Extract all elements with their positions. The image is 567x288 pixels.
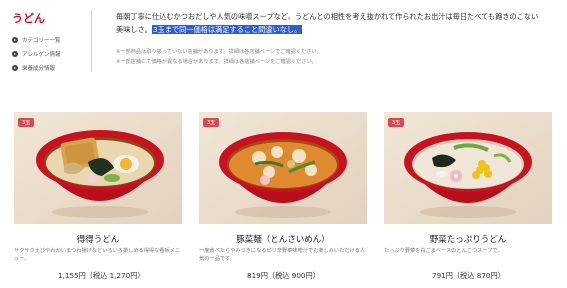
product-name-2[interactable]: 豚菜麺（とんさいめん） [199,233,367,245]
note-2: ※一部店舗にて価格が異なる場合があります。詳細は各店舗ページをご確認ください。 [116,59,317,65]
selected-text[interactable]: 3玉まで同一価格は満足すること間違いなし。 [151,25,303,34]
badge-3-tama: 3玉 [203,118,220,127]
product-desc-2: 一度食べたらやみつきになるピリ辛野菜味噌汁でお楽しみいただける人気の一品です。 [199,248,366,262]
arrow-circle-icon [12,37,18,43]
sidebar-item-label: 栄養成分情報 [22,66,56,72]
intro-line-2-text: 美味しさ。 [116,25,152,34]
product-price-2: 819円（税込 900円） [247,271,320,280]
intro-text: 毎朝丁寧に仕込むかつおだしや人気の味噌スープなど、うどんとの相性を考え抜かれて作… [116,10,556,36]
intro-line-1: 毎朝丁寧に仕込むかつおだしや人気の味噌スープなど、うどんとの相性を考え抜かれて作… [116,12,539,21]
intro-line-2: 美味しさ。3玉まで同一価格は満足すること間違いなし。 [116,23,556,36]
product-price-3: 791円（税込 870円） [432,271,505,280]
sidebar-title: うどん [12,12,45,25]
arrow-circle-icon [12,51,18,57]
badge-3-tama: 3玉 [388,118,405,127]
badge-3-tama: 3玉 [18,118,35,127]
product-desc-1: サクサクえびやわかいまつわ揚げなどいろいろ楽しめる得得な看板メニュー。 [14,248,181,262]
udon-bowl-image [14,112,182,224]
note-1: ※一部商品は取り扱っていない店舗があります。詳細は各店舗ページでご確認ください。 [116,49,322,55]
sidebar-item-category[interactable]: カテゴリー一覧 [12,36,61,44]
product-price-1: 1,155円（税込 1,270円） [58,271,145,280]
arrow-circle-icon [12,65,18,71]
vegetable-udon-image [384,112,552,224]
divider [91,10,92,72]
sidebar-item-label: カテゴリー一覧 [22,38,61,44]
tonsai-bowl-image [199,112,367,224]
sidebar-item-label: アレルゲン情報 [22,52,61,58]
product-image-1[interactable]: 3玉 [14,112,182,224]
product-image-3[interactable]: 3玉 [384,112,552,224]
product-desc-3: たっぷり野菜を白ごまベースのとんこつスープで。 [384,248,503,254]
sidebar-item-allergen[interactable]: アレルゲン情報 [12,50,61,58]
product-name-1[interactable]: 得得うどん [14,233,182,245]
product-image-2[interactable]: 3玉 [199,112,367,224]
product-name-3[interactable]: 野菜たっぷりうどん [384,233,552,245]
sidebar-item-nutrition[interactable]: 栄養成分情報 [12,64,55,72]
